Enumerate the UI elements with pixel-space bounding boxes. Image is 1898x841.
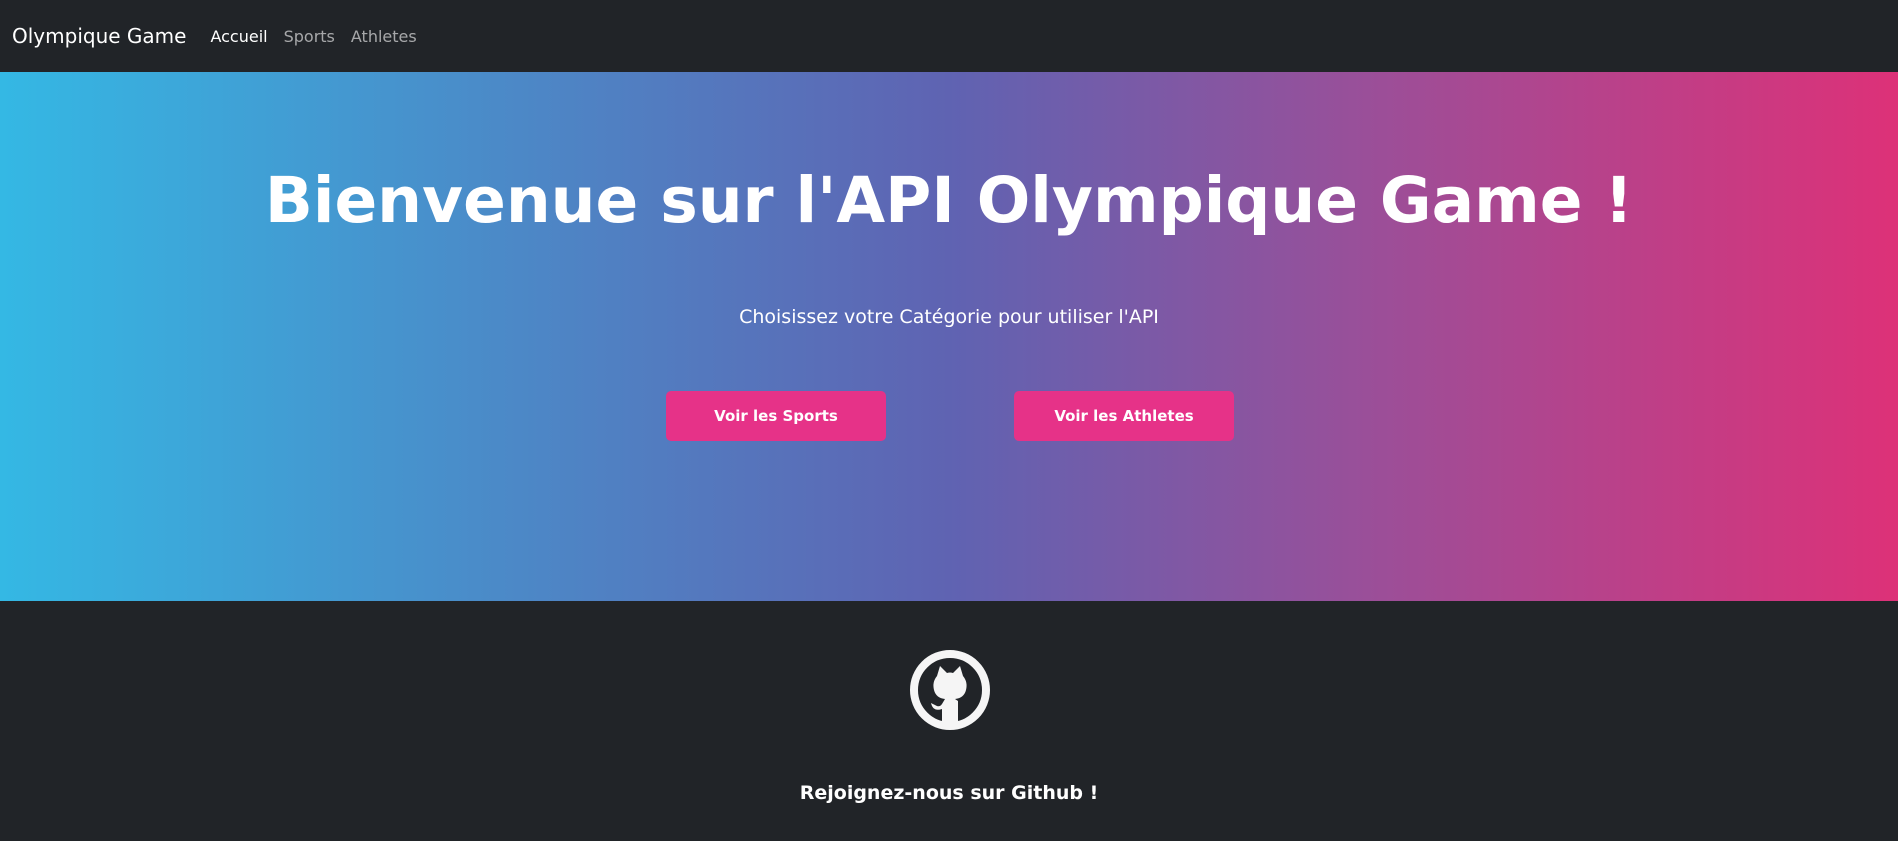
brand-link[interactable]: Olympique Game — [12, 24, 186, 48]
github-icon[interactable] — [909, 649, 991, 731]
nav-link-accueil[interactable]: Accueil — [210, 27, 267, 46]
hero-subtitle: Choisissez votre Catégorie pour utiliser… — [739, 306, 1159, 328]
view-sports-button[interactable]: Voir les Sports — [666, 391, 886, 441]
hero-section: Bienvenue sur l'API Olympique Game ! Cho… — [0, 72, 1898, 601]
hero-title: Bienvenue sur l'API Olympique Game ! — [264, 164, 1634, 237]
footer-github-text: Rejoignez-nous sur Github ! — [799, 782, 1099, 804]
nav-link-athletes[interactable]: Athletes — [351, 27, 417, 46]
footer: Rejoignez-nous sur Github ! — [0, 601, 1898, 841]
nav-link-sports[interactable]: Sports — [284, 27, 335, 46]
view-athletes-button[interactable]: Voir les Athletes — [1014, 391, 1234, 441]
navbar: Olympique Game Accueil Sports Athletes — [0, 0, 1898, 72]
